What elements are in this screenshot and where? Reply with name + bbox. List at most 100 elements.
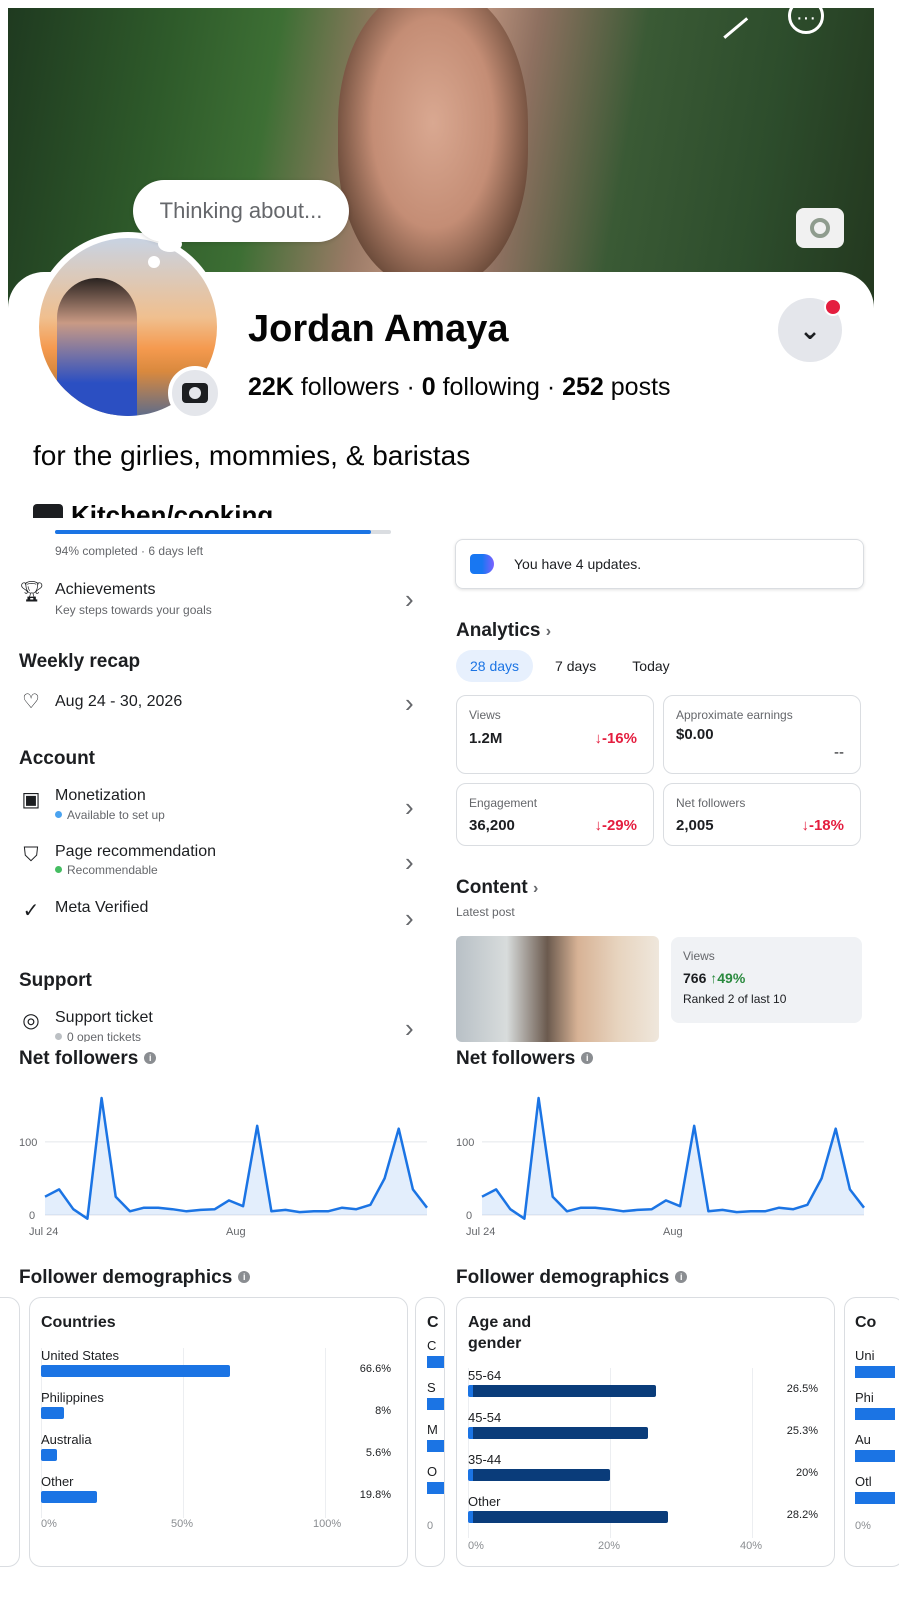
chart-title: Net followers <box>456 1048 576 1069</box>
x-tick-label: 0% <box>41 1518 57 1530</box>
support-ticket-status: 0 open tickets <box>67 1030 142 1042</box>
shield-star-icon: ⛉ <box>23 844 39 866</box>
monetization-title[interactable]: Monetization <box>55 787 146 805</box>
y-tick-label: 0 <box>29 1210 35 1222</box>
edit-pencil-icon[interactable] <box>709 8 749 39</box>
content-heading[interactable]: Content › <box>456 877 538 899</box>
bar[interactable] <box>468 1511 669 1523</box>
y-tick-label: 100 <box>19 1137 37 1149</box>
bar[interactable] <box>41 1407 64 1419</box>
info-icon[interactable]: i <box>581 1052 594 1064</box>
bar-category-label: 35-44 <box>468 1452 502 1467</box>
section-title: Follower demographics <box>19 1267 233 1288</box>
chevron-right-icon[interactable]: › <box>405 792 414 823</box>
x-tick-label: 20% <box>598 1540 621 1552</box>
thought-bubble-tail <box>158 236 182 252</box>
bar-category-label: Philippines <box>41 1390 104 1405</box>
analytics-heading[interactable]: Analytics › <box>456 620 551 642</box>
money-icon: ▣ <box>21 789 41 811</box>
metric-card-engagement[interactable]: Engagement 36,200 ↓-29% <box>456 783 654 846</box>
status-dot <box>55 866 62 873</box>
chevron-right-icon[interactable]: › <box>405 1013 414 1044</box>
section-title: Follower demographics <box>456 1267 670 1288</box>
more-options-icon[interactable]: ··· <box>788 8 824 34</box>
monetization-status: Available to set up <box>67 808 165 822</box>
metric-value: $0.00 <box>676 726 714 743</box>
chevron-right-icon[interactable]: › <box>405 688 414 719</box>
peek-bar <box>427 1398 444 1410</box>
category-label: Kitchen/cooking <box>71 500 274 518</box>
posts-label[interactable]: posts <box>611 373 671 401</box>
peek-label: 0% <box>855 1520 871 1532</box>
followers-count[interactable]: 22K <box>248 373 294 401</box>
net-followers-title-left: Net followers i <box>19 1048 157 1070</box>
demographics-card-previous[interactable] <box>0 1297 20 1567</box>
lifebuoy-icon: ◎ <box>22 1010 40 1032</box>
latest-post-thumbnail[interactable] <box>456 936 659 1042</box>
info-icon[interactable]: i <box>144 1052 157 1064</box>
thought-bubble[interactable]: Thinking about... <box>133 180 349 242</box>
tab-28-days[interactable]: 28 days <box>456 650 534 682</box>
heart-icon: ♡ <box>22 691 40 713</box>
chevron-right-icon[interactable]: › <box>405 584 414 615</box>
page-recommendation-title[interactable]: Page recommendation <box>55 843 216 861</box>
content-subtitle: Latest post <box>456 905 515 919</box>
countries-card[interactable]: Countries 0% 50% 100% United States 66.6% Phi… <box>29 1297 408 1567</box>
gridline <box>325 1348 326 1518</box>
y-tick-label: 100 <box>456 1137 474 1149</box>
updates-text: You have 4 updates. <box>514 556 642 572</box>
support-ticket-title[interactable]: Support ticket <box>55 1009 153 1027</box>
peek-bar <box>855 1492 895 1504</box>
latest-post-stats[interactable]: Views 766 ↑49% Ranked 2 of last 10 <box>671 937 862 1023</box>
net-followers-title-right: Net followers i <box>456 1048 594 1070</box>
followers-label[interactable]: followers <box>301 373 400 401</box>
cover-camera-icon[interactable] <box>796 208 844 248</box>
bar-value-label: 66.6% <box>359 1363 391 1375</box>
category: Kitchen/cooking <box>33 500 273 518</box>
peek-label: M <box>427 1422 438 1437</box>
following-count[interactable]: 0 <box>422 373 436 401</box>
bar[interactable] <box>468 1385 657 1397</box>
x-tick-label: Jul 24 <box>466 1226 495 1238</box>
peek-label: Phi <box>855 1390 874 1405</box>
posts-count[interactable]: 252 <box>562 373 604 401</box>
chevron-right-icon[interactable]: › <box>405 847 414 878</box>
peek-label: Au <box>855 1432 871 1447</box>
metric-card-earnings[interactable]: Approximate earnings $0.00 -- <box>663 695 861 774</box>
info-icon[interactable]: i <box>238 1271 251 1283</box>
bar[interactable] <box>41 1365 231 1377</box>
meta-verified-title[interactable]: Meta Verified <box>55 899 148 917</box>
progress-text: 94% completed · 6 days left <box>55 544 204 558</box>
info-icon[interactable]: i <box>675 1271 688 1283</box>
demographics-card-next-right[interactable]: Co Uni Phi Au Otl 0% <box>844 1297 899 1567</box>
bar-category-label: 45-54 <box>468 1410 502 1425</box>
chevron-right-icon[interactable]: › <box>405 903 414 934</box>
status-dot <box>55 1033 62 1040</box>
page-recommendation-subtitle: Recommendable <box>55 863 158 877</box>
x-tick-label: Jul 24 <box>29 1226 58 1238</box>
follower-demographics-title-left: Follower demographics i <box>19 1267 251 1289</box>
bio: for the girlies, mommies, & baristas <box>33 440 471 471</box>
thought-bubble-tail-dot <box>148 256 160 268</box>
tab-7-days[interactable]: 7 days <box>541 650 610 682</box>
period-tabs: 28 days 7 days Today <box>456 650 684 682</box>
weekly-recap-range[interactable]: Aug 24 - 30, 2026 <box>55 693 182 711</box>
metric-card-views[interactable]: Views 1.2M ↓-16% <box>456 695 654 774</box>
metric-label: Engagement <box>469 796 538 810</box>
avatar-camera-icon[interactable] <box>168 366 222 420</box>
bar[interactable] <box>468 1469 610 1481</box>
bar[interactable] <box>41 1449 57 1461</box>
metric-delta: ↓-16% <box>594 730 637 747</box>
support-ticket-subtitle: 0 open tickets <box>55 1030 141 1042</box>
updates-banner[interactable]: You have 4 updates. <box>455 539 864 589</box>
bar-category-label: United States <box>41 1348 120 1363</box>
peek-label: O <box>427 1464 438 1479</box>
age-gender-card[interactable]: Age and gender 0% 20% 40% 55-64 26.5% 45-54 25… <box>456 1297 835 1567</box>
bar[interactable] <box>41 1491 98 1503</box>
bar[interactable] <box>468 1427 648 1439</box>
tab-today[interactable]: Today <box>618 650 683 682</box>
achievements-title[interactable]: Achievements <box>55 581 156 599</box>
demographics-card-next[interactable]: CC S M O 0 <box>415 1297 445 1567</box>
following-label[interactable]: following <box>443 373 540 401</box>
metric-card-net-followers[interactable]: Net followers 2,005 ↓-18% <box>663 783 861 846</box>
